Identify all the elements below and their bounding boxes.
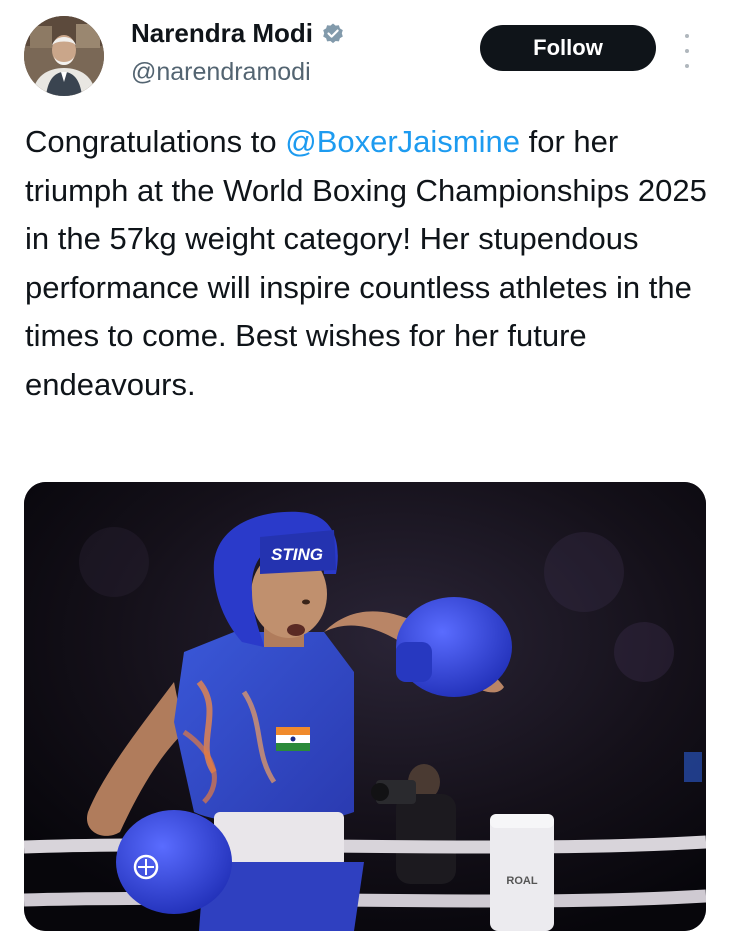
- tweet-text-start: Congratulations to: [25, 124, 286, 159]
- mention-link[interactable]: @BoxerJaismine: [285, 124, 520, 159]
- boxer-photo: ROAL STING: [24, 482, 706, 931]
- tweet-text: Congratulations to @BoxerJaismine for he…: [25, 118, 715, 409]
- author-name-row: Narendra Modi: [131, 18, 345, 49]
- corner-post-text: ROAL: [506, 875, 537, 887]
- avatar-image: [24, 16, 104, 96]
- tweet-text-rest: for her triumph at the World Boxing Cham…: [25, 124, 707, 402]
- headgear-text: STING: [271, 545, 323, 564]
- more-dot: [685, 34, 689, 38]
- more-vertical-icon[interactable]: [677, 34, 697, 68]
- follow-button[interactable]: Follow: [480, 25, 656, 71]
- author-handle[interactable]: @narendramodi: [131, 58, 311, 87]
- more-dot: [685, 49, 689, 53]
- verified-check-icon: [321, 22, 345, 46]
- author-name[interactable]: Narendra Modi: [131, 18, 313, 49]
- tweet-photo[interactable]: ROAL STING: [24, 482, 706, 931]
- author-avatar[interactable]: [24, 16, 104, 96]
- more-dot: [685, 64, 689, 68]
